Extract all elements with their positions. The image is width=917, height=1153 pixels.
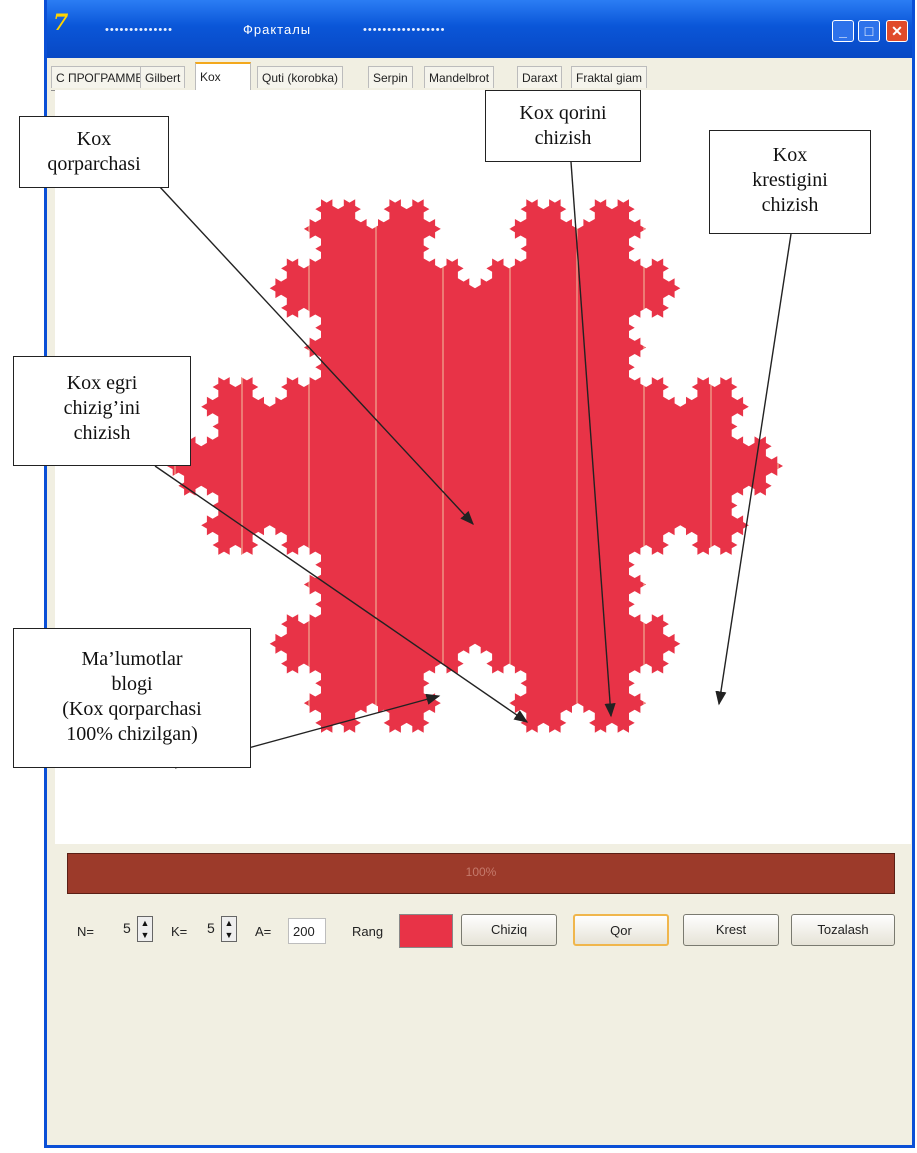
qor-button[interactable]: Qor: [573, 914, 669, 946]
maximize-button[interactable]: □: [858, 20, 880, 42]
color-swatch[interactable]: [399, 914, 453, 948]
n-stepper[interactable]: ▲ ▼: [137, 916, 153, 942]
drawing-canvas[interactable]: Kox qorparchasi Kox qorini chizish Kox k…: [13, 90, 911, 844]
app-icon: 7: [53, 10, 69, 36]
tab-fraktal-giam[interactable]: Fraktal giam: [571, 66, 648, 88]
callout-kox-egri: Kox egri chizig’ini chizish: [13, 356, 191, 466]
progress-bar: 100%: [67, 853, 895, 894]
callout-kox-qorparchasi: Kox qorparchasi: [19, 116, 169, 188]
tab-mandelbrot[interactable]: Mandelbrot: [424, 66, 495, 88]
tab-strip: С ПРОГРАММЕ Gilbert Kox Quti (korobka) S…: [51, 62, 908, 91]
k-label: K=: [171, 924, 188, 939]
callout-kox-krestigini: Kox krestigini chizish: [709, 130, 871, 234]
k-stepper[interactable]: ▲ ▼: [221, 916, 237, 942]
n-label: N=: [77, 924, 94, 939]
window-title: Фракталы: [243, 22, 312, 37]
chiziq-button[interactable]: Chiziq: [461, 914, 557, 946]
control-panel: N= 5 ▲ ▼ K= 5 ▲ ▼ A= 200 Rang Chiziq Qor…: [47, 902, 912, 962]
tab-about[interactable]: С ПРОГРАММЕ: [51, 66, 149, 88]
a-input[interactable]: 200: [288, 918, 326, 944]
progress-text: 100%: [465, 865, 497, 879]
maximize-icon: □: [864, 23, 874, 39]
a-label: A=: [255, 924, 272, 939]
n-value[interactable]: 5: [123, 920, 131, 936]
minimize-button[interactable]: _: [832, 20, 854, 42]
close-button[interactable]: ✕: [886, 20, 908, 42]
close-icon: ✕: [891, 23, 903, 39]
app-window: 7 •••••••••••••• Фракталы ••••••••••••••…: [13, 0, 915, 1148]
tab-daraxt[interactable]: Daraxt: [517, 66, 563, 88]
k-value[interactable]: 5: [207, 920, 215, 936]
title-bar[interactable]: 7 •••••••••••••• Фракталы ••••••••••••••…: [47, 0, 912, 58]
minimize-icon: _: [839, 23, 847, 39]
color-label: Rang: [352, 924, 384, 939]
tab-kox[interactable]: Kox: [195, 62, 251, 90]
tab-serpin[interactable]: Serpin: [368, 66, 413, 88]
down-arrow-icon[interactable]: ▼: [138, 929, 152, 941]
title-right: •••••••••••••••••: [363, 24, 446, 36]
tab-gilbert[interactable]: Gilbert: [140, 66, 186, 88]
up-arrow-icon[interactable]: ▲: [138, 917, 152, 929]
title-left: ••••••••••••••: [105, 24, 173, 36]
tozalash-button[interactable]: Tozalash: [791, 914, 895, 946]
callout-kox-qorini: Kox qorini chizish: [485, 90, 641, 162]
koch-snowflake: [167, 199, 783, 733]
krest-button[interactable]: Krest: [683, 914, 779, 946]
up-arrow-icon[interactable]: ▲: [222, 917, 236, 929]
down-arrow-icon[interactable]: ▼: [222, 929, 236, 941]
callout-malumotlar-blogi: Ma’lumotlar blogi (Kox qorparchasi 100% …: [13, 628, 251, 768]
tab-quti[interactable]: Quti (korobka): [257, 66, 344, 88]
